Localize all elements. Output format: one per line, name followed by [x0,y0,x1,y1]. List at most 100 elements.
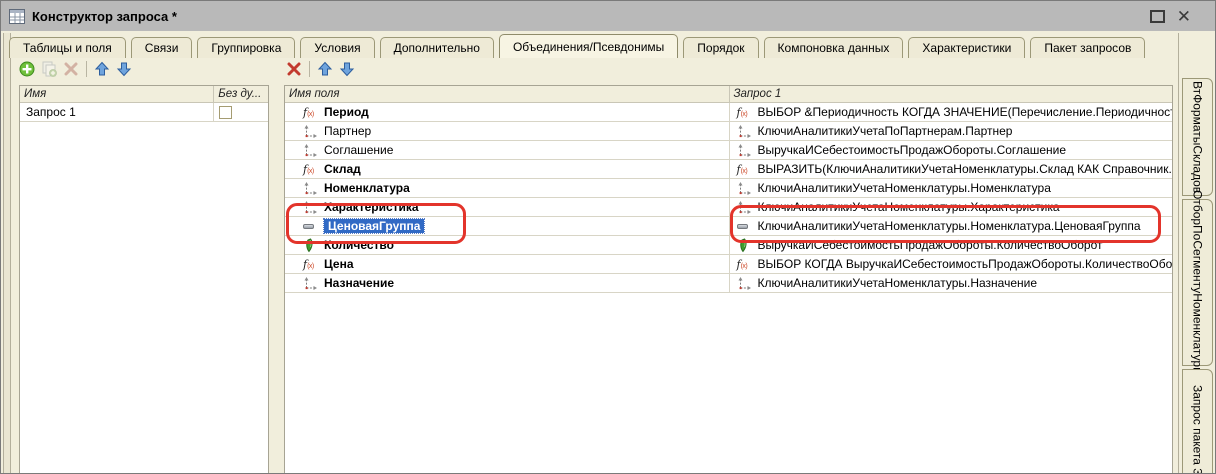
delete-query-button[interactable] [61,59,81,79]
queries-toolbar [17,58,136,80]
toolbar-separator [309,61,310,77]
tab-8[interactable]: Характеристики [908,37,1025,58]
delete-icon [287,62,301,76]
field-axes-icon [303,200,321,215]
move-query-down-button[interactable] [114,59,134,79]
queries-table: Имя Без ду... Запрос 1 [19,85,269,474]
field-name: Характеристика [324,200,419,214]
field-row[interactable]: f(x)Периодf(x)ВЫБОР &Периодичность КОГДА… [285,103,1172,122]
query-name: Запрос 1 [26,105,76,119]
field-expression: ВЫБОР &Периодичность КОГДА ЗНАЧЕНИЕ(Пере… [758,105,1173,119]
field-row[interactable]: Партнер КлючиАналитикиУчетаПоПартнерам.Па… [285,122,1172,141]
toolbar-separator [86,61,87,77]
field-name: Период [324,105,369,119]
arrow-up-icon [94,61,110,77]
tab-2[interactable]: Группировка [197,37,295,58]
field-row[interactable]: Соглашение ВыручкаИСебестоимостьПродажОбо… [285,141,1172,160]
field-name-selected: ЦеноваяГруппа [324,219,424,233]
tab-9[interactable]: Пакет запросов [1030,37,1145,58]
side-tab-0[interactable]: ВтФорматыСкладов [1182,78,1213,196]
field-name: Назначение [324,276,394,290]
move-field-up-button[interactable] [315,59,335,79]
window-table-icon [9,9,25,24]
field-axes-icon [737,200,755,215]
close-button-icon[interactable]: ✕ [1177,8,1191,25]
field-expression: КлючиАналитикиУчетаНоменклатуры.Номенкла… [758,219,1141,233]
side-tab-2[interactable]: Запрос пакета 3 [1182,369,1213,474]
fields-table: Имя поля Запрос 1 f(x)Периодf(x)ВЫБОР &П… [284,85,1173,474]
query-builder-window: Конструктор запроса * ✕ Таблицы и поляСв… [0,0,1216,474]
tab-strip: Таблицы и поляСвязиГруппировкаУсловия Доп… [9,34,1150,58]
tab-0[interactable]: Таблицы и поля [9,37,126,58]
field-name: Партнер [324,124,371,138]
field-row[interactable]: Номенклатура КлючиАналитикиУчетаНоменклат… [285,179,1172,198]
function-icon: f(x) [303,105,321,120]
side-tab-1[interactable]: ОтборПоСегментуНоменклатуры [1182,199,1213,366]
function-icon: f(x) [737,162,755,177]
field-axes-icon [737,181,755,196]
field-name: Соглашение [324,143,393,157]
tab-4[interactable]: Дополнительно [380,37,494,58]
field-axes-icon [303,124,321,139]
field-row[interactable]: Назначение КлючиАналитикиУчетаНоменклатур… [285,274,1172,293]
titlebar: Конструктор запроса * ✕ [1,1,1216,31]
field-axes-icon [303,181,321,196]
copy-icon [41,61,57,77]
left-splitter[interactable] [3,33,11,474]
delete-field-button[interactable] [284,59,304,79]
column-header-query1: Запрос 1 [730,86,1173,102]
expression-icon [737,219,755,234]
field-name: Номенклатура [324,181,410,195]
add-icon [19,61,35,77]
fields-table-header: Имя поля Запрос 1 [285,86,1172,103]
field-expression: ВЫБОР КОГДА ВыручкаИСебестоимостьПродажО… [758,257,1173,271]
field-row[interactable]: f(x)Складf(x)ВЫРАЗИТЬ(КлючиАналитикиУчет… [285,160,1172,179]
aggregate-icon [303,238,321,253]
window-title: Конструктор запроса * [32,9,177,24]
tab-1[interactable]: Связи [131,37,193,58]
add-query-button[interactable] [17,59,37,79]
fields-toolbar [284,58,359,80]
field-expression: ВыручкаИСебестоимостьПродажОбороты.Согла… [758,143,1067,157]
field-row[interactable]: Количество ВыручкаИСебестоимостьПродажОбо… [285,236,1172,255]
function-icon: f(x) [303,162,321,177]
move-query-up-button[interactable] [92,59,112,79]
field-axes-icon [303,143,321,158]
arrow-down-icon [339,61,355,77]
field-name: Количество [324,238,394,252]
query-row[interactable]: Запрос 1 [20,103,268,122]
field-axes-icon [737,276,755,291]
function-icon: f(x) [737,105,755,120]
tab-unions-aliases[interactable]: Объединения/Псевдонимы [499,34,678,58]
field-expression: КлючиАналитикиУчетаНоменклатуры.Назначен… [758,276,1038,290]
field-axes-icon [737,124,755,139]
field-expression: КлючиАналитикиУчетаПоПартнерам.Партнер [758,124,1013,138]
arrow-up-icon [317,61,333,77]
copy-query-button[interactable] [39,59,59,79]
tab-6[interactable]: Порядок [683,37,758,58]
function-icon: f(x) [737,257,755,272]
field-expression: КлючиАналитикиУчетаНоменклатуры.Номенкла… [758,181,1051,195]
field-row[interactable]: ЦеноваяГруппа КлючиАналитикиУчетаНоменкла… [285,217,1172,236]
arrow-down-icon [116,61,132,77]
field-axes-icon [737,143,755,158]
column-header-name: Имя [20,86,214,102]
maximize-button-icon[interactable] [1150,10,1165,23]
tab-3[interactable]: Условия [300,37,374,58]
no-duplicates-checkbox[interactable] [219,106,232,119]
side-tab-strip: ВтФорматыСкладовОтборПоСегментуНоменклат… [1178,33,1216,474]
function-icon: f(x) [303,257,321,272]
move-field-down-button[interactable] [337,59,357,79]
queries-table-header: Имя Без ду... [20,86,268,103]
field-axes-icon [303,276,321,291]
field-row[interactable]: ХарактеристикаКлючиАналитикиУчетаНоменкл… [285,198,1172,217]
expression-icon [303,219,321,234]
field-name: Цена [324,257,354,271]
delete-icon [64,62,78,76]
field-expression: ВыручкаИСебестоимостьПродажОбороты.Колич… [758,238,1103,252]
field-expression: ВЫРАЗИТЬ(КлючиАналитикиУчетаНоменклатуры… [758,162,1173,176]
field-name: Склад [324,162,361,176]
tab-7[interactable]: Компоновка данных [764,37,904,58]
field-row[interactable]: f(x)Ценаf(x)ВЫБОР КОГДА ВыручкаИСебестои… [285,255,1172,274]
aggregate-icon [737,238,755,253]
